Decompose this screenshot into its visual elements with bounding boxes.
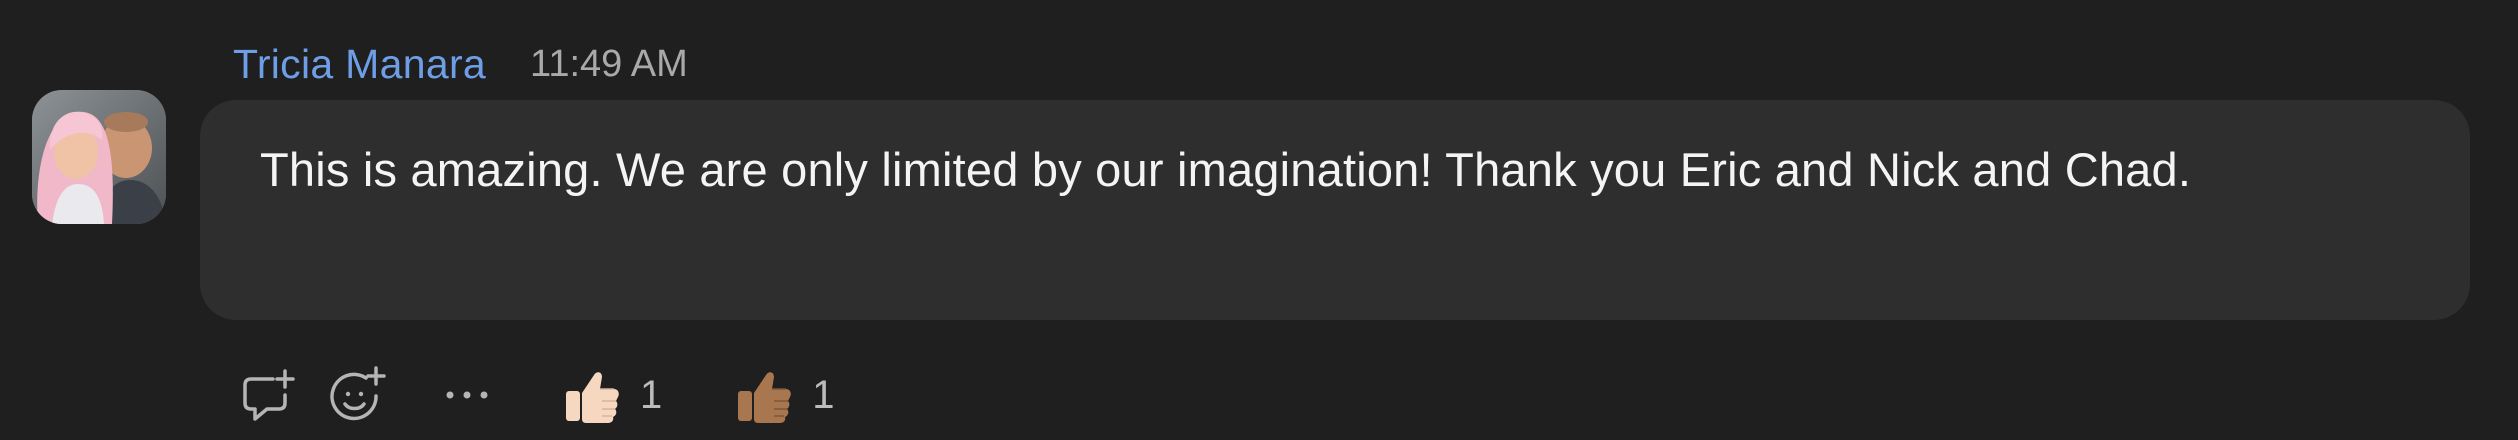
message-timestamp: 11:49 AM (530, 42, 688, 85)
reaction-thumbs-up-medium-dark[interactable]: 1 (734, 360, 835, 430)
message-header: Tricia Manara 11:49 AM (233, 36, 688, 92)
reply-thread-icon[interactable] (232, 360, 302, 430)
reaction-thumbs-up-light[interactable]: 1 (562, 360, 662, 430)
avatar[interactable] (32, 90, 166, 224)
thumbs-up-light-icon (566, 372, 619, 423)
add-reaction-icon[interactable] (322, 360, 392, 430)
sender-name[interactable]: Tricia Manara (233, 41, 486, 88)
reaction-count: 1 (640, 372, 663, 417)
message-actions: 1 1 (232, 360, 835, 430)
message-text: This is amazing. We are only limited by … (260, 143, 2192, 196)
thumbs-up-medium-dark-icon (738, 372, 792, 423)
reaction-count: 1 (812, 372, 835, 417)
chat-message: Tricia Manara 11:49 AM This is amazing. … (0, 0, 2518, 440)
avatar-photo (32, 90, 166, 224)
more-options-icon[interactable] (432, 360, 502, 430)
message-bubble: This is amazing. We are only limited by … (200, 100, 2470, 320)
